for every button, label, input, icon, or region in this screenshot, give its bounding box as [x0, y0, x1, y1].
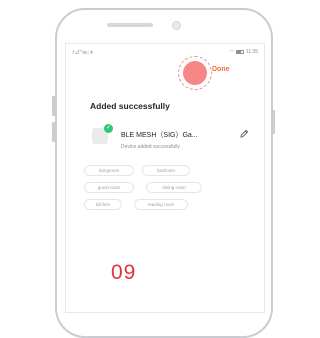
volume-down-button [52, 122, 55, 142]
step-number: 09 [111, 261, 137, 284]
device-card: ✓ BLE MESH（SIG）Ga... Device added succes… [90, 124, 250, 154]
status-time: 11:35 [245, 49, 258, 55]
device-status: Device added successfully [121, 144, 180, 150]
speaker-grille [107, 23, 153, 27]
edit-icon[interactable] [240, 129, 249, 138]
status-bar: ﾅ⊿ℸ⊜↨⇞ ◠ 11:35 [72, 48, 258, 56]
front-camera [172, 21, 181, 30]
status-icons-right: ◠ 11:35 [229, 49, 258, 55]
room-chip[interactable]: dining room [146, 182, 202, 193]
room-chip[interactable]: reading room [134, 199, 188, 210]
room-row: guest room dining room [84, 182, 259, 193]
power-button [272, 110, 275, 134]
wifi-icon: ◠ [229, 49, 234, 55]
room-row: kitchen reading room [84, 199, 259, 210]
done-button[interactable]: Done [212, 66, 230, 73]
room-chip[interactable]: guest room [84, 182, 134, 193]
room-chip[interactable]: livingroom [84, 165, 134, 176]
app-screen: ﾅ⊿ℸ⊜↨⇞ ◠ 11:35 Done Added successfully ✓… [65, 43, 265, 313]
device-name: BLE MESH（SIG）Ga... [121, 132, 198, 139]
check-icon: ✓ [104, 124, 113, 133]
battery-icon [235, 50, 244, 54]
room-row: livingroom bedroom [84, 165, 259, 176]
status-icons-left: ﾅ⊿ℸ⊜↨⇞ [72, 49, 94, 56]
volume-up-button [52, 96, 55, 116]
page-title: Added successfully [90, 101, 170, 111]
room-chips: livingroom bedroom guest room dining roo… [84, 165, 259, 216]
tap-indicator [183, 61, 207, 85]
room-chip[interactable]: bedroom [142, 165, 190, 176]
signal-icons: ﾅ⊿ℸ⊜↨⇞ [72, 49, 94, 56]
room-chip[interactable]: kitchen [84, 199, 122, 210]
